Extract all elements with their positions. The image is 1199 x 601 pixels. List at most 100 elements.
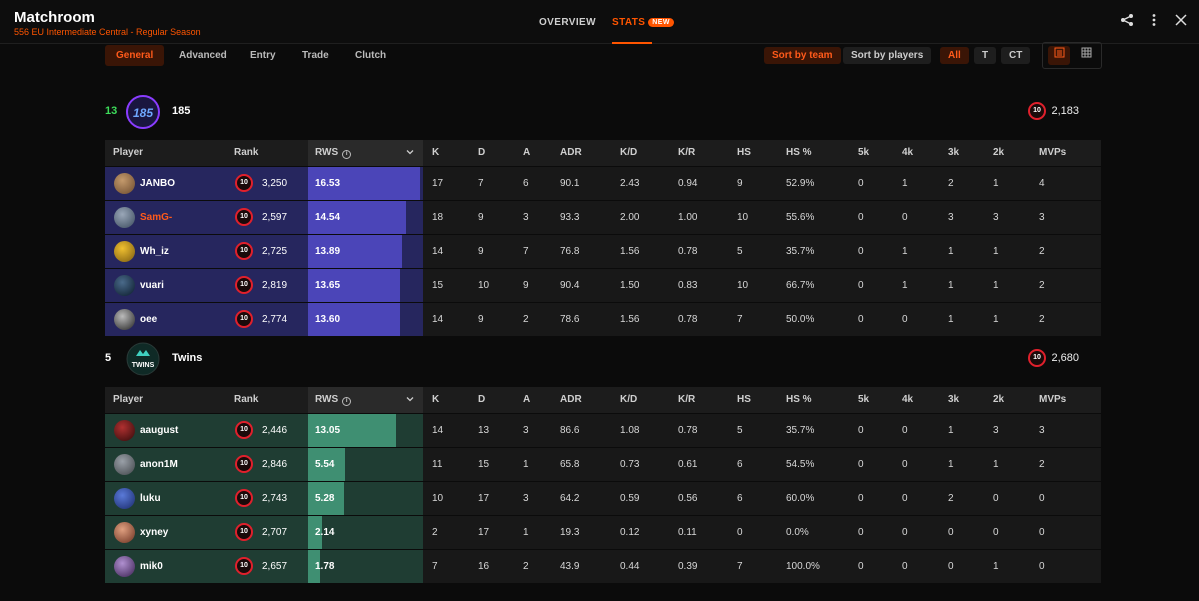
subtab-general[interactable]: General <box>105 45 165 66</box>
column-header-rank[interactable]: Rank <box>234 387 258 413</box>
column-header-mvps[interactable]: MVPs <box>1039 140 1066 166</box>
column-header-adr[interactable]: ADR <box>560 140 582 166</box>
player-name[interactable]: xyney <box>140 516 168 549</box>
chevron-down-icon[interactable] <box>406 387 414 413</box>
close-icon[interactable] <box>1172 13 1190 31</box>
table-row[interactable]: 13.65 vuari 10 2,819 15 10 9 90.4 1.50 0.83 10 66.7… <box>105 269 1101 302</box>
subtab-clutch[interactable]: Clutch <box>344 45 397 66</box>
column-header-2k[interactable]: 2k <box>993 140 1004 166</box>
table-row[interactable]: 16.53 JANBO 10 3,250 17 7 6 90.1 2.43 0.94 9 52.9% 0… <box>105 167 1101 200</box>
subtab-advanced[interactable]: Advanced <box>168 45 238 66</box>
player-name[interactable]: SamG- <box>140 201 172 234</box>
column-header-k-r[interactable]: K/R <box>678 140 695 166</box>
column-header-d[interactable]: D <box>478 140 485 166</box>
share-icon[interactable] <box>1118 13 1136 31</box>
column-header-4k[interactable]: 4k <box>902 387 913 413</box>
table-row[interactable]: 5.28 luku 10 2,743 10 17 3 64.2 0.59 0.56 6 60.0% 0 0… <box>105 482 1101 515</box>
player-name[interactable]: oee <box>140 303 157 336</box>
subtab-trade[interactable]: Trade <box>291 45 340 66</box>
player-name[interactable]: Wh_iz <box>140 235 169 268</box>
avatar[interactable] <box>114 556 135 577</box>
column-header-player[interactable]: Player <box>113 140 143 166</box>
avatar[interactable] <box>114 454 135 475</box>
stat-2k: 0 <box>993 493 999 504</box>
player-name[interactable]: aaugust <box>140 414 178 447</box>
tab-overview[interactable]: OVERVIEW <box>539 17 596 28</box>
column-header-k-d[interactable]: K/D <box>620 387 637 413</box>
stat-5k: 0 <box>858 246 864 257</box>
subtab-entry[interactable]: Entry <box>239 45 287 66</box>
stat-4k: 0 <box>902 527 908 538</box>
column-header-player[interactable]: Player <box>113 387 143 413</box>
stat-kd: 2.00 <box>620 212 640 223</box>
grid-view-icon[interactable] <box>1075 46 1097 65</box>
info-icon[interactable]: i <box>342 150 352 159</box>
avatar[interactable] <box>114 522 135 543</box>
table-row[interactable]: 13.60 oee 10 2,774 14 9 2 78.6 1.56 0.78 7 50.0% 0 0 1… <box>105 303 1101 336</box>
table-row[interactable]: 13.05 aaugust 10 2,446 14 13 3 86.6 1.08 0.78 5 35.… <box>105 414 1101 447</box>
player-name[interactable]: vuari <box>140 269 164 302</box>
column-header-mvps[interactable]: MVPs <box>1039 387 1066 413</box>
team-logo: TWINS <box>126 342 160 376</box>
column-header-4k[interactable]: 4k <box>902 140 913 166</box>
stat-mvps: 3 <box>1039 212 1045 223</box>
table-row[interactable]: 5.54 anon1M 10 2,846 11 15 1 65.8 0.73 0.61 6 54.5%… <box>105 448 1101 481</box>
column-header-k-r[interactable]: K/R <box>678 387 695 413</box>
stat-k: 14 <box>432 314 444 325</box>
column-header-5k[interactable]: 5k <box>858 387 869 413</box>
column-header-a[interactable]: A <box>523 140 530 166</box>
player-name[interactable]: JANBO <box>140 167 175 200</box>
column-header-k-d[interactable]: K/D <box>620 140 637 166</box>
table-row[interactable]: 1.78 mik0 10 2,657 7 16 2 43.9 0.44 0.39 7 100.0% 0 0… <box>105 550 1101 583</box>
rws-cell: 13.05 <box>308 414 423 447</box>
column-header-rank[interactable]: Rank <box>234 140 258 166</box>
stat-a: 6 <box>523 178 529 189</box>
avatar[interactable] <box>114 309 135 330</box>
info-icon[interactable]: i <box>342 397 352 406</box>
column-header-hs-[interactable]: HS % <box>786 387 812 413</box>
table-row[interactable]: 13.89 Wh_iz 10 2,725 14 9 7 76.8 1.56 0.78 5 35.7% 0… <box>105 235 1101 268</box>
avatar[interactable] <box>114 173 135 194</box>
avatar[interactable] <box>114 275 135 296</box>
column-header-3k[interactable]: 3k <box>948 140 959 166</box>
new-badge: NEW <box>648 18 674 27</box>
column-header-2k[interactable]: 2k <box>993 387 1004 413</box>
column-header-hs-[interactable]: HS % <box>786 140 812 166</box>
column-header-rws[interactable]: RWS i <box>315 387 352 413</box>
stat-a: 3 <box>523 212 529 223</box>
table-row[interactable]: 14.54 SamG- 10 2,597 18 9 3 93.3 2.00 1.00 10 55.6%… <box>105 201 1101 234</box>
column-header-hs[interactable]: HS <box>737 140 751 166</box>
stat-d: 15 <box>478 459 490 470</box>
side-all-button[interactable]: All <box>940 47 969 64</box>
chevron-down-icon[interactable] <box>406 140 414 166</box>
player-name[interactable]: mik0 <box>140 550 163 583</box>
column-header-k[interactable]: K <box>432 140 439 166</box>
side-t-button[interactable]: T <box>974 47 997 64</box>
column-header-adr[interactable]: ADR <box>560 387 582 413</box>
stat-d: 7 <box>478 178 484 189</box>
column-header-a[interactable]: A <box>523 387 530 413</box>
rws-cell: 16.53 <box>308 167 423 200</box>
avatar[interactable] <box>114 488 135 509</box>
player-name[interactable]: luku <box>140 482 161 515</box>
column-header-k[interactable]: K <box>432 387 439 413</box>
avatar[interactable] <box>114 420 135 441</box>
column-header-hs[interactable]: HS <box>737 387 751 413</box>
column-header-rws[interactable]: RWS i <box>315 140 352 166</box>
column-header-5k[interactable]: 5k <box>858 140 869 166</box>
column-header-d[interactable]: D <box>478 387 485 413</box>
side-ct-button[interactable]: CT <box>1001 47 1031 64</box>
sort-by-players-button[interactable]: Sort by players <box>843 47 932 64</box>
avatar[interactable] <box>114 241 135 262</box>
stat-4k: 0 <box>902 561 908 572</box>
more-vertical-icon[interactable] <box>1145 13 1163 31</box>
avatar[interactable] <box>114 207 135 228</box>
competition-link[interactable]: 556 EU Intermediate Central - Regular Se… <box>14 27 201 37</box>
table-row[interactable]: 2.14 xyney 10 2,707 2 17 1 19.3 0.12 0.11 0 0.0% 0 0 0… <box>105 516 1101 549</box>
player-name[interactable]: anon1M <box>140 448 178 481</box>
list-view-icon[interactable] <box>1048 46 1070 65</box>
column-header-3k[interactable]: 3k <box>948 387 959 413</box>
stat-4k: 0 <box>902 314 908 325</box>
tab-stats[interactable]: STATS NEW <box>612 17 674 28</box>
sort-by-team-button[interactable]: Sort by team <box>764 47 841 64</box>
